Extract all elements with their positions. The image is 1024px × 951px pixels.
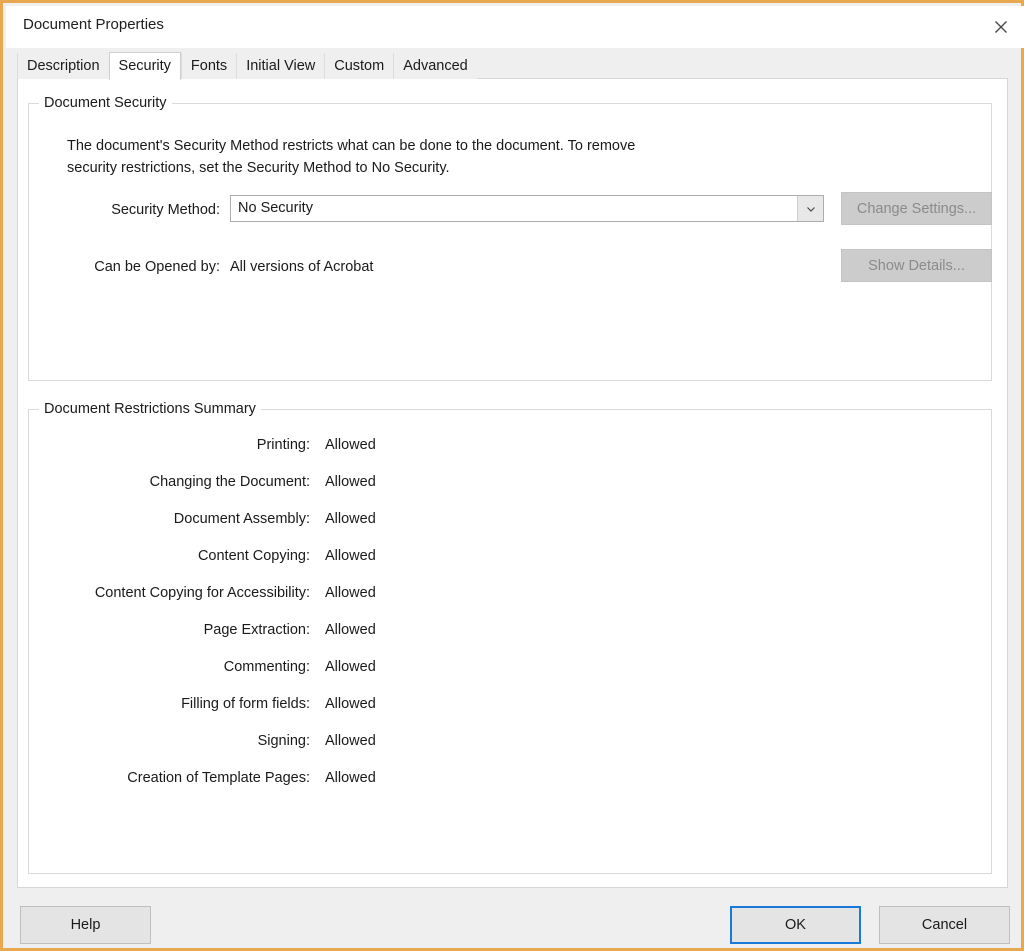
tab-label: Description [27,58,100,74]
restriction-row: Filling of form fields: Allowed [29,685,973,722]
restriction-row: Changing the Document: Allowed [29,463,973,500]
tab-custom[interactable]: Custom [324,53,393,79]
restriction-row: Commenting: Allowed [29,648,973,685]
restriction-label: Commenting: [29,659,310,675]
restriction-value: Allowed [325,511,376,527]
restriction-label: Creation of Template Pages: [29,770,310,786]
close-icon [993,19,1009,35]
tab-label: Initial View [246,58,315,74]
tab-label: Advanced [403,58,468,74]
restriction-label: Page Extraction: [29,622,310,638]
tab-initial-view[interactable]: Initial View [236,53,324,79]
security-method-value: No Security [231,196,797,221]
restriction-label: Content Copying for Accessibility: [29,585,310,601]
show-details-button[interactable]: Show Details... [841,249,992,282]
restriction-value: Allowed [325,437,376,453]
restriction-row: Signing: Allowed [29,722,973,759]
tab-advanced[interactable]: Advanced [393,53,477,79]
restriction-value: Allowed [325,474,376,490]
security-tab-panel: Document Security The document's Securit… [17,78,1008,888]
cancel-button[interactable]: Cancel [879,906,1010,944]
can-be-opened-by-label: Can be Opened by: [29,259,220,275]
tab-fonts[interactable]: Fonts [181,53,236,79]
title-bar: Document Properties [6,6,1024,48]
security-description-line-2: security restrictions, set the Security … [67,157,450,179]
restriction-value: Allowed [325,770,376,786]
restriction-label: Changing the Document: [29,474,310,490]
ok-button[interactable]: OK [730,906,861,944]
restriction-value: Allowed [325,548,376,564]
tab-description[interactable]: Description [17,53,109,79]
restriction-row: Printing: Allowed [29,426,973,463]
restriction-label: Printing: [29,437,310,453]
tab-security[interactable]: Security [109,52,181,80]
restriction-value: Allowed [325,733,376,749]
close-button[interactable] [978,6,1024,48]
security-description-line-1: The document's Security Method restricts… [67,135,635,157]
restriction-label: Signing: [29,733,310,749]
restriction-row: Page Extraction: Allowed [29,611,973,648]
chevron-down-icon[interactable] [797,196,823,221]
restriction-row: Document Assembly: Allowed [29,500,973,537]
help-button[interactable]: Help [20,906,151,944]
tab-strip: Description Security Fonts Initial View … [17,51,477,79]
restriction-value: Allowed [325,696,376,712]
change-settings-button[interactable]: Change Settings... [841,192,992,225]
can-be-opened-by-value: All versions of Acrobat [230,259,373,275]
tab-label: Security [119,58,171,74]
document-restrictions-summary-group-title: Document Restrictions Summary [39,401,261,417]
tab-label: Fonts [191,58,227,74]
restriction-label: Document Assembly: [29,511,310,527]
document-properties-window: Document Properties Description Security… [0,0,1024,951]
restriction-row: Content Copying: Allowed [29,537,973,574]
window-title: Document Properties [23,16,164,33]
restriction-value: Allowed [325,622,376,638]
security-method-dropdown[interactable]: No Security [230,195,824,222]
restriction-label: Filling of form fields: [29,696,310,712]
restriction-label: Content Copying: [29,548,310,564]
restriction-row: Creation of Template Pages: Allowed [29,759,973,796]
security-method-label: Security Method: [29,202,220,218]
document-security-group-title: Document Security [39,95,172,111]
document-restrictions-summary-group: Document Restrictions Summary Printing: … [28,409,992,874]
restriction-value: Allowed [325,585,376,601]
restriction-value: Allowed [325,659,376,675]
tab-label: Custom [334,58,384,74]
document-security-group: Document Security The document's Securit… [28,103,992,381]
restriction-row: Content Copying for Accessibility: Allow… [29,574,973,611]
